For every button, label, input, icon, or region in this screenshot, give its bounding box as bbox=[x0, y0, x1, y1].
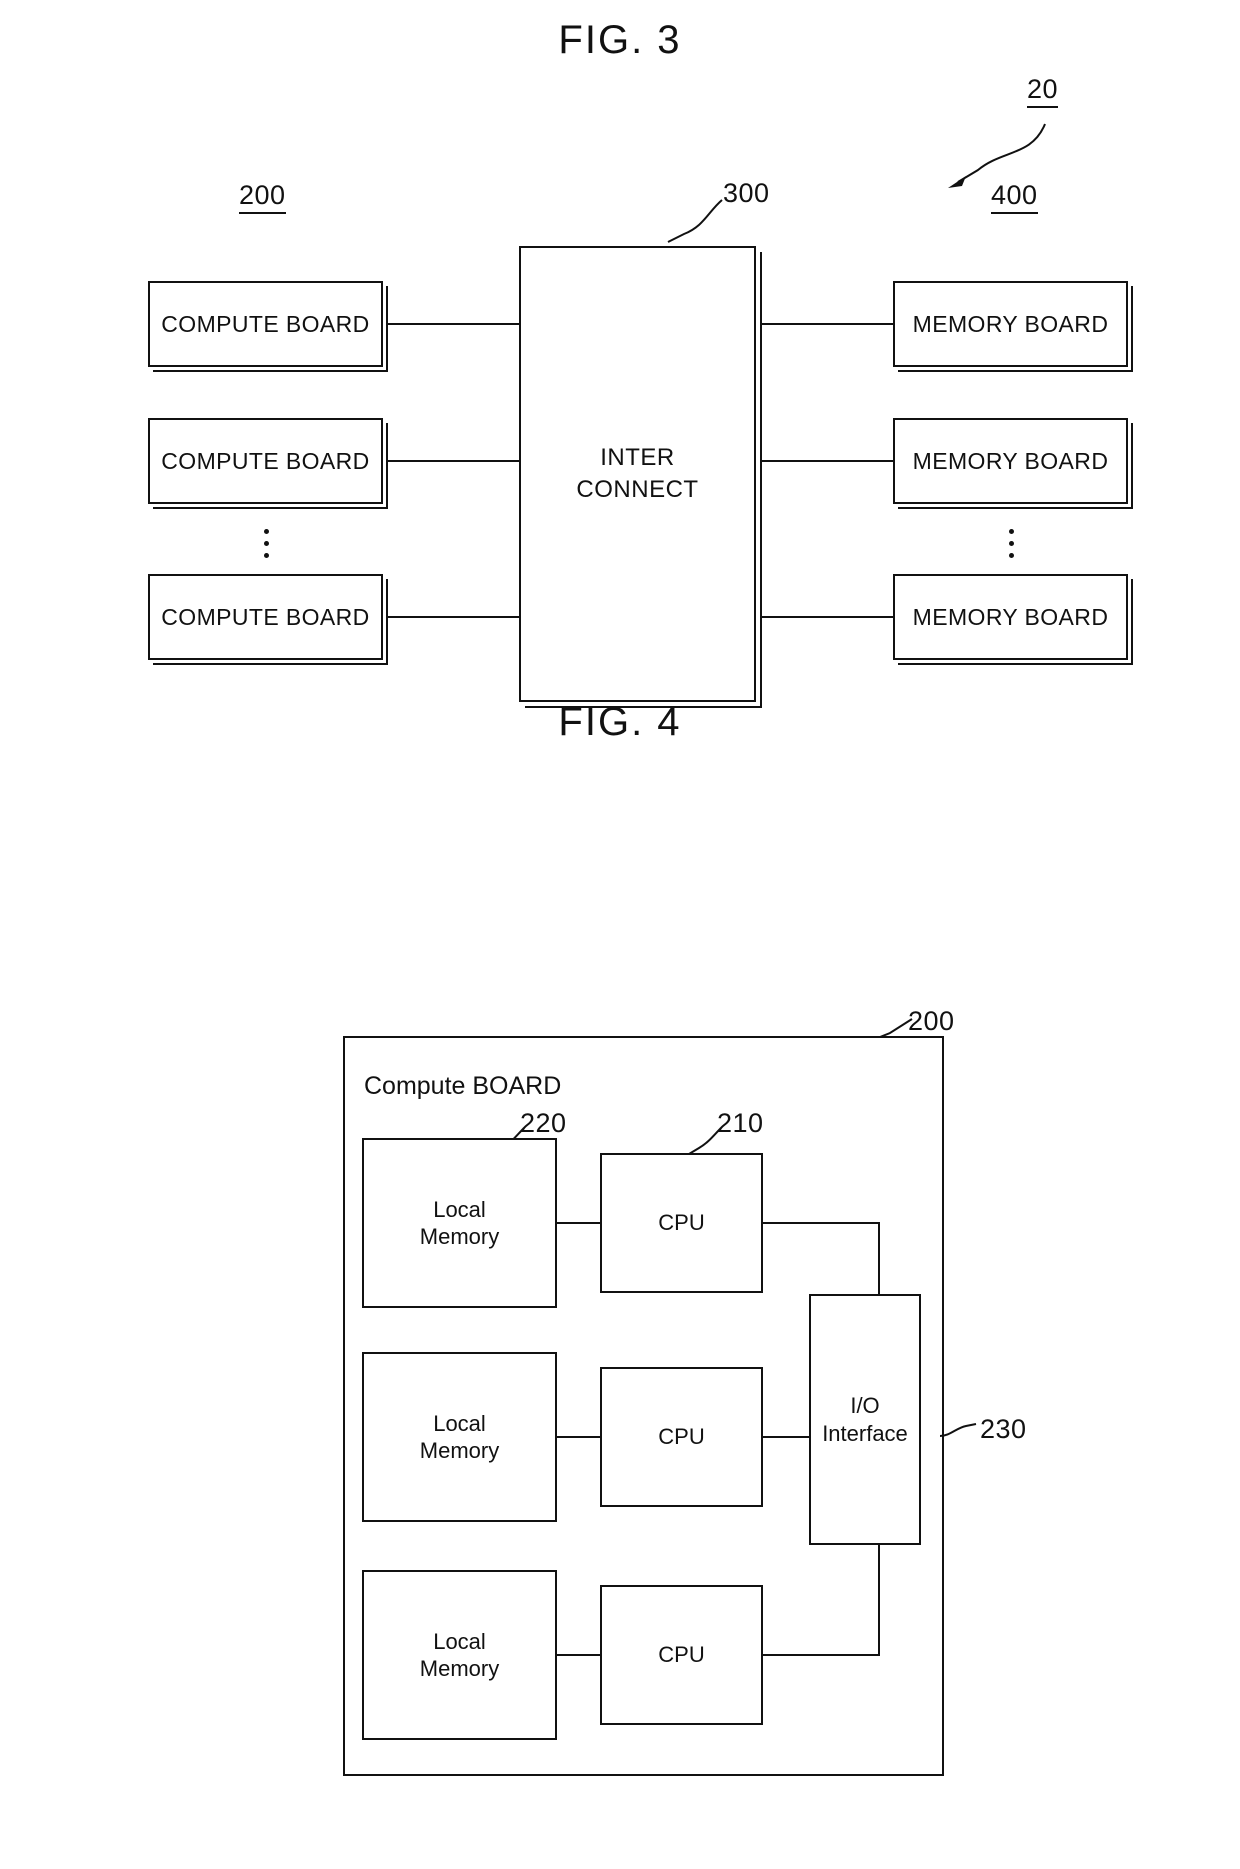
local-memory-2-label-line1: Local bbox=[433, 1410, 486, 1436]
reference-number-cpu-210: 210 bbox=[717, 1108, 764, 1138]
compute-board-1: COMPUTE BOARD bbox=[148, 281, 383, 367]
reference-number-interconnect-300: 300 bbox=[723, 178, 770, 208]
local-memory-1-label-line1: Local bbox=[433, 1196, 486, 1222]
connector-memory-3 bbox=[760, 616, 894, 618]
local-memory-3-label-line2: Memory bbox=[419, 1656, 500, 1681]
compute-board-caption: Compute BOARD bbox=[364, 1072, 562, 1100]
memory-board-2: MEMORY BOARD bbox=[893, 418, 1128, 504]
figure-3-title: FIG. 3 bbox=[558, 18, 682, 62]
reference-number-local-memory-220: 220 bbox=[520, 1108, 567, 1138]
memory-board-2-label: MEMORY BOARD bbox=[912, 447, 1109, 474]
connector-compute-1 bbox=[386, 323, 520, 325]
cpu-2: CPU bbox=[600, 1367, 763, 1507]
compute-board-ellipsis bbox=[258, 522, 274, 558]
connector-cpu-1-io-h bbox=[762, 1222, 879, 1224]
interconnect-label-line2: CONNECT bbox=[576, 476, 699, 503]
local-memory-1: Local Memory bbox=[362, 1138, 557, 1308]
io-interface-block: I/O Interface bbox=[809, 1294, 921, 1545]
memory-board-3-label: MEMORY BOARD bbox=[912, 603, 1109, 630]
local-memory-2-label-line2: Memory bbox=[419, 1438, 500, 1463]
memory-board-1-label: MEMORY BOARD bbox=[912, 310, 1109, 337]
connector-memory-1 bbox=[760, 323, 894, 325]
connector-cpu-1-io-v bbox=[878, 1222, 880, 1296]
local-memory-2: Local Memory bbox=[362, 1352, 557, 1522]
compute-board-2-label: COMPUTE BOARD bbox=[161, 447, 370, 474]
reference-number-system-20: 20 bbox=[1027, 74, 1059, 108]
connector-cpu-3-io-v bbox=[878, 1543, 880, 1656]
local-memory-3: Local Memory bbox=[362, 1570, 557, 1740]
interconnect-label-line1: INTER bbox=[600, 443, 675, 471]
connector-cpu-2-io bbox=[762, 1436, 811, 1438]
reference-number-compute-group-200: 200 bbox=[239, 180, 286, 214]
compute-board-3-label: COMPUTE BOARD bbox=[161, 603, 370, 630]
memory-board-3: MEMORY BOARD bbox=[893, 574, 1128, 660]
cpu-3-label: CPU bbox=[658, 1642, 705, 1668]
leader-line-io-interface-230 bbox=[939, 1423, 977, 1437]
cpu-2-label: CPU bbox=[658, 1424, 705, 1450]
connector-local-memory-2-cpu-2 bbox=[556, 1436, 601, 1438]
reference-number-board-200: 200 bbox=[908, 1006, 955, 1036]
connector-cpu-3-io-h bbox=[762, 1654, 879, 1656]
compute-board-2: COMPUTE BOARD bbox=[148, 418, 383, 504]
compute-board-3: COMPUTE BOARD bbox=[148, 574, 383, 660]
cpu-3: CPU bbox=[600, 1585, 763, 1725]
io-interface-label-line1: I/O bbox=[850, 1393, 880, 1418]
patent-figure-page: FIG. 3 20 200 400 300 INTER CONNECT COMP… bbox=[0, 0, 1240, 1869]
connector-compute-3 bbox=[386, 616, 520, 618]
reference-number-memory-group-400: 400 bbox=[991, 180, 1038, 214]
memory-board-ellipsis bbox=[1003, 522, 1019, 558]
reference-number-io-interface-230: 230 bbox=[980, 1414, 1027, 1444]
figure-4-title: FIG. 4 bbox=[558, 700, 682, 744]
local-memory-3-label-line1: Local bbox=[433, 1628, 486, 1654]
connector-compute-2 bbox=[386, 460, 520, 462]
io-interface-label-line2: Interface bbox=[822, 1420, 908, 1446]
connector-memory-2 bbox=[760, 460, 894, 462]
compute-board-1-label: COMPUTE BOARD bbox=[161, 310, 370, 337]
memory-board-1: MEMORY BOARD bbox=[893, 281, 1128, 367]
connector-local-memory-3-cpu-3 bbox=[556, 1654, 601, 1656]
cpu-1: CPU bbox=[600, 1153, 763, 1293]
interconnect-block: INTER CONNECT bbox=[519, 246, 756, 702]
local-memory-1-label-line2: Memory bbox=[419, 1224, 500, 1249]
cpu-1-label: CPU bbox=[658, 1210, 705, 1236]
connector-local-memory-1-cpu-1 bbox=[556, 1222, 601, 1224]
